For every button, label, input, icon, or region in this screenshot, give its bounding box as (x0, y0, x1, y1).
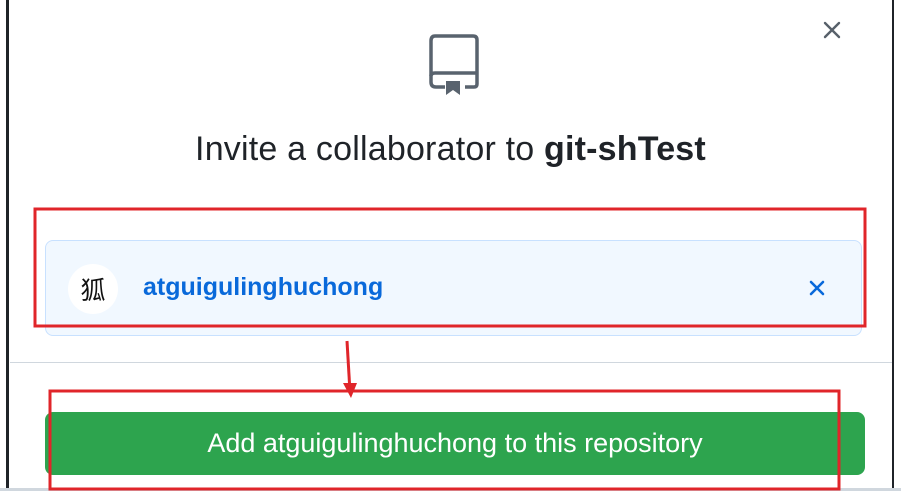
window-edge-left (6, 0, 9, 491)
repo-name: git-shTest (544, 130, 706, 168)
divider (10, 362, 892, 363)
selected-user-card: 狐 atguigulinghuchong (45, 240, 862, 336)
remove-user-icon (809, 280, 825, 296)
avatar: 狐 (68, 264, 118, 314)
repo-icon (425, 32, 481, 98)
dialog-title: Invite a collaborator to git-shTest (0, 130, 901, 169)
username-link[interactable]: atguigulinghuchong (143, 273, 383, 302)
close-icon (823, 21, 841, 39)
invite-collaborator-dialog: Invite a collaborator to git-shTest 狐 at… (0, 0, 901, 491)
annotation-arrow-line (345, 340, 352, 393)
close-dialog-button[interactable] (814, 12, 850, 48)
title-text: Invite a collaborator to (195, 130, 545, 168)
remove-user-button[interactable] (800, 271, 834, 305)
window-edge-right (892, 0, 894, 491)
annotation-arrowhead (343, 383, 357, 398)
add-collaborator-button[interactable]: Add atguigulinghuchong to this repositor… (45, 412, 865, 475)
